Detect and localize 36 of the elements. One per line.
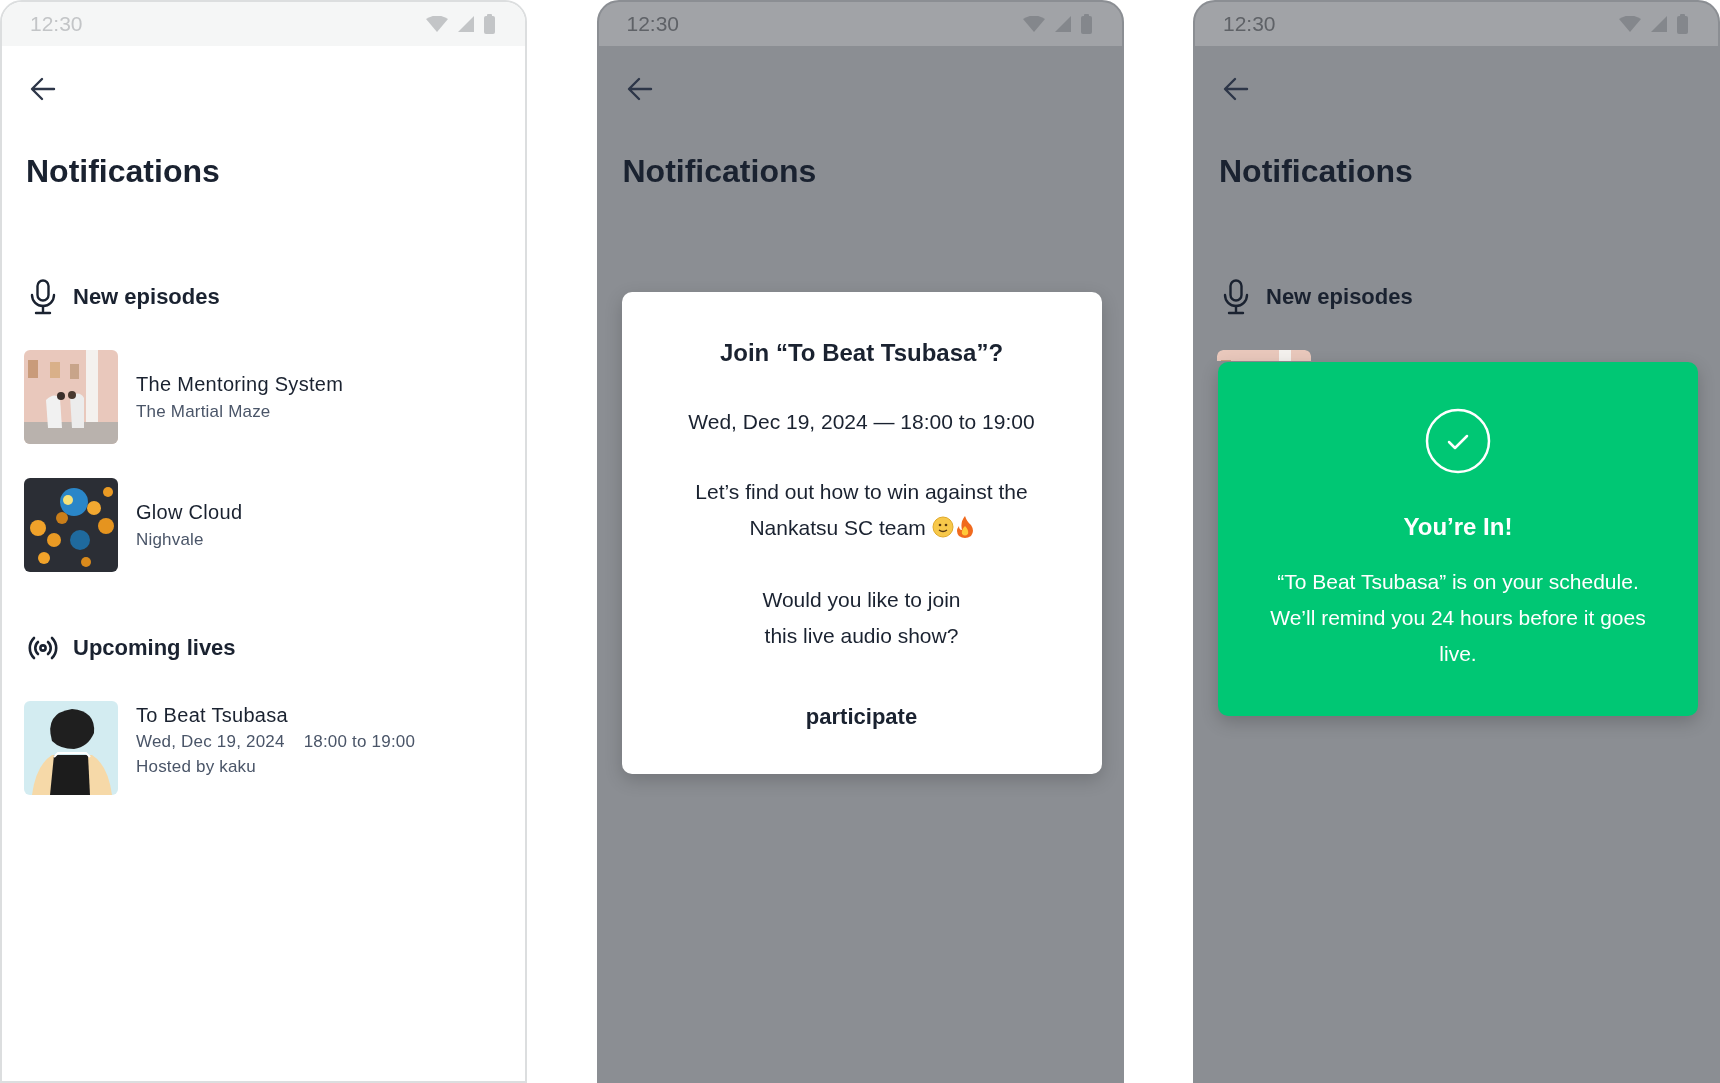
- status-time: 12:30: [626, 12, 680, 36]
- broadcast-icon: [26, 635, 60, 661]
- participate-button[interactable]: participate: [795, 700, 928, 734]
- battery-icon: [484, 14, 495, 34]
- wifi-icon: [1619, 16, 1641, 32]
- success-message: “To Beat Tsubasa” is on your schedule. We’ll remind you 24 hours before it goes live.: [1269, 569, 1647, 667]
- smiley-icon: [931, 516, 954, 538]
- join-question: Would you like to join this live audio show?: [762, 587, 961, 649]
- fire-icon: [955, 516, 974, 538]
- mic-icon: [30, 279, 56, 315]
- wifi-icon: [1022, 16, 1045, 32]
- event-date: Wed, Dec 19, 2024 — 18:00 to 19:00: [688, 409, 1035, 435]
- battery-icon: [1677, 14, 1688, 34]
- podcast-name: Nighvale: [136, 529, 205, 550]
- podcast-name: The Martial Maze: [136, 401, 272, 422]
- section-heading: Upcoming lives: [73, 635, 236, 661]
- back-arrow-icon[interactable]: [30, 77, 56, 101]
- section-heading: New episodes: [1266, 284, 1413, 310]
- live-title[interactable]: To Beat Tsubasa: [136, 704, 416, 727]
- wifi-icon: [426, 16, 448, 32]
- mic-icon: [1223, 279, 1249, 315]
- battery-icon: [1080, 14, 1092, 34]
- check-circle-icon: [1425, 408, 1491, 474]
- section-heading: New episodes: [73, 284, 220, 310]
- page-title: Notifications: [622, 152, 818, 191]
- live-time: 18:00 to 19:00: [303, 732, 416, 752]
- episode-title[interactable]: The Mentoring System: [136, 372, 344, 396]
- episode-title[interactable]: Glow Cloud: [136, 500, 243, 524]
- host-name: Hosted by kaku: [136, 757, 257, 777]
- status-time: 12:30: [1223, 12, 1276, 36]
- event-description: Let’s find out how to win against the Nankatsu SC team: [694, 479, 1029, 541]
- dialog-title: Join “To Beat Tsubasa”?: [719, 338, 1004, 368]
- live-date: Wed, Dec 19, 2024: [136, 732, 285, 752]
- page-title: Notifications: [1219, 152, 1414, 191]
- page-title: Notifications: [26, 152, 221, 191]
- success-title: You’re In!: [1403, 512, 1513, 542]
